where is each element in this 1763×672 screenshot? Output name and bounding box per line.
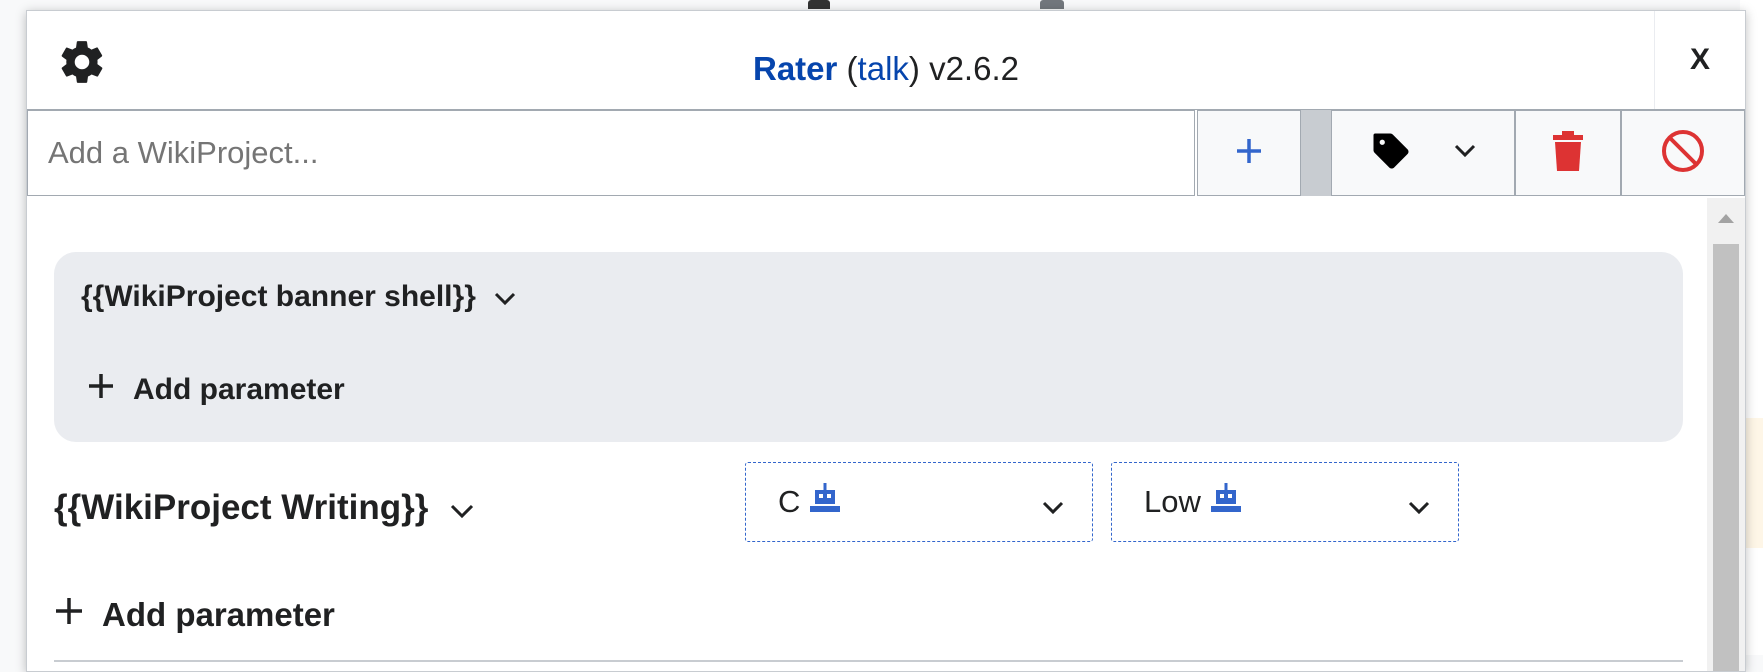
add-wikiproject-button[interactable]	[1197, 110, 1301, 196]
close-button[interactable]: X	[1654, 11, 1745, 109]
banner-shell-name: {{WikiProject banner shell}}	[81, 280, 476, 313]
project-banner-name: {{WikiProject Writing}}	[54, 488, 429, 527]
importance-select[interactable]: Low	[1111, 462, 1459, 542]
add-parameter-label: Add parameter	[102, 596, 335, 633]
chevron-down-icon	[1042, 487, 1064, 523]
project-banner-header[interactable]: {{WikiProject Writing}}	[54, 488, 474, 528]
chevron-down-icon	[450, 488, 474, 528]
title-version: v2.6.2	[919, 50, 1019, 87]
clear-button[interactable]	[1621, 110, 1745, 196]
background-tab-fragment	[808, 0, 830, 9]
dialog-title: Rater (talk) v2.6.2	[27, 49, 1745, 89]
rater-dialog: Rater (talk) v2.6.2 X Add a WikiProject.…	[26, 10, 1746, 672]
content-scrollbar[interactable]	[1707, 198, 1745, 671]
chevron-down-icon	[494, 280, 516, 314]
scroll-up-arrow-icon[interactable]	[1718, 214, 1734, 223]
add-wikiproject-input[interactable]	[27, 110, 1195, 196]
plus-icon	[87, 372, 115, 408]
banner-divider	[54, 660, 1683, 662]
title-paren-close: )	[908, 50, 920, 87]
robot-icon	[1209, 481, 1243, 523]
trash-icon	[1551, 130, 1585, 176]
remove-all-button[interactable]	[1515, 110, 1621, 196]
toolbar-separator	[1301, 110, 1331, 196]
plus-icon	[1234, 136, 1264, 171]
dialog-titlebar: Rater (talk) v2.6.2 X	[27, 11, 1745, 109]
chevron-down-icon	[1408, 487, 1430, 523]
cancel-icon	[1660, 128, 1706, 179]
class-value: C	[778, 484, 801, 519]
chevron-down-icon	[1454, 144, 1476, 163]
title-paren-open: (	[837, 50, 858, 87]
banners-panel: {{WikiProject banner shell}} Add paramet…	[27, 198, 1707, 671]
add-parameter-label: Add parameter	[133, 373, 345, 406]
plus-icon	[54, 596, 84, 634]
scroll-thumb[interactable]	[1713, 244, 1739, 671]
banner-shell-card: {{WikiProject banner shell}} Add paramet…	[54, 252, 1683, 442]
background-tab-fragment	[1040, 0, 1064, 9]
title-talk-link[interactable]: talk	[858, 50, 909, 87]
shell-add-parameter-button[interactable]: Add parameter	[87, 372, 345, 408]
title-rater-link[interactable]: Rater	[753, 50, 837, 87]
project-add-parameter-button[interactable]: Add parameter	[54, 596, 335, 634]
robot-icon	[808, 481, 842, 523]
prefill-tag-button[interactable]	[1331, 110, 1515, 196]
banner-shell-header[interactable]: {{WikiProject banner shell}}	[81, 280, 516, 314]
class-select[interactable]: C	[745, 462, 1093, 542]
toolbar	[27, 109, 1745, 199]
tag-icon	[1370, 130, 1412, 177]
importance-value: Low	[1144, 484, 1201, 519]
